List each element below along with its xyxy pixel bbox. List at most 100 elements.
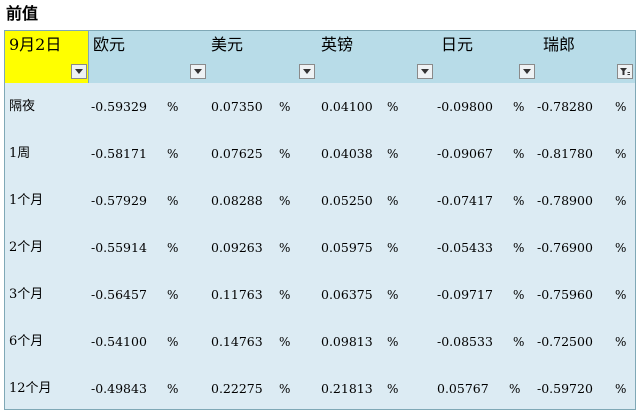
unit-usd: %: [279, 241, 291, 255]
unit-jpy: %: [513, 335, 525, 349]
filter-button-jpy[interactable]: [519, 64, 535, 79]
unit-eur: %: [167, 241, 179, 255]
unit-chf: %: [615, 288, 627, 302]
unit-chf: %: [615, 382, 627, 396]
unit-gbp: %: [387, 382, 399, 396]
rate-cell-usd: 0.07625: [211, 146, 263, 161]
rate-cell-chf: -0.76900: [537, 240, 593, 255]
unit-usd: %: [279, 100, 291, 114]
table-header-row: 9月2日 欧元 美元 英镑 日元 瑞郎: [5, 31, 635, 83]
rate-cell-eur: -0.55914: [91, 240, 147, 255]
unit-eur: %: [167, 147, 179, 161]
rate-cell-jpy: 0.05767: [437, 381, 489, 396]
rate-cell-gbp: 0.04100: [321, 99, 373, 114]
unit-usd: %: [279, 288, 291, 302]
spreadsheet-view: 前值 9月2日 欧元 美元 英镑 日元 瑞郎 隔夜 -0.59329 % 0.0…: [0, 0, 640, 414]
rate-cell-usd: 0.11763: [211, 287, 263, 302]
filter-button-chf[interactable]: [617, 64, 633, 79]
unit-eur: %: [167, 382, 179, 396]
filter-applied-icon: [620, 68, 630, 75]
table-row: 1个月 -0.57929 % 0.08288 % 0.05250 % -0.07…: [5, 177, 635, 224]
currency-header-jpy: 日元: [441, 35, 474, 54]
unit-jpy: %: [513, 241, 525, 255]
unit-chf: %: [615, 147, 627, 161]
unit-jpy: %: [513, 100, 525, 114]
page-title: 前值: [6, 4, 39, 23]
dropdown-arrow-icon: [303, 69, 311, 74]
date-header: 9月2日: [9, 35, 62, 54]
rate-cell-gbp: 0.04038: [321, 146, 373, 161]
unit-gbp: %: [387, 241, 399, 255]
unit-chf: %: [615, 194, 627, 208]
rate-cell-usd: 0.14763: [211, 334, 263, 349]
tenor-label: 3个月: [9, 287, 44, 302]
unit-chf: %: [615, 100, 627, 114]
rate-cell-chf: -0.81780: [537, 146, 593, 161]
unit-jpy: %: [513, 194, 525, 208]
tenor-label: 隔夜: [9, 99, 36, 114]
unit-jpy: %: [513, 147, 525, 161]
rate-cell-eur: -0.56457: [91, 287, 147, 302]
rate-cell-usd: 0.08288: [211, 193, 263, 208]
rate-cell-chf: -0.78280: [537, 99, 593, 114]
rate-cell-jpy: -0.08533: [437, 334, 493, 349]
dropdown-arrow-icon: [421, 69, 429, 74]
rate-cell-chf: -0.72500: [537, 334, 593, 349]
unit-chf: %: [615, 241, 627, 255]
rate-cell-usd: 0.09263: [211, 240, 263, 255]
unit-eur: %: [167, 194, 179, 208]
unit-gbp: %: [387, 100, 399, 114]
unit-usd: %: [279, 335, 291, 349]
rate-cell-chf: -0.78900: [537, 193, 593, 208]
rate-cell-jpy: -0.09800: [437, 99, 493, 114]
unit-usd: %: [279, 147, 291, 161]
rate-cell-gbp: 0.05975: [321, 240, 373, 255]
rate-cell-gbp: 0.05250: [321, 193, 373, 208]
rate-table: 9月2日 欧元 美元 英镑 日元 瑞郎 隔夜 -0.59329 % 0.0735…: [4, 30, 636, 410]
unit-jpy: %: [513, 288, 525, 302]
currency-header-eur: 欧元: [93, 35, 126, 54]
unit-eur: %: [167, 288, 179, 302]
tenor-label: 1周: [9, 146, 31, 161]
unit-gbp: %: [387, 147, 399, 161]
currency-header-usd: 美元: [211, 35, 244, 54]
dropdown-arrow-icon: [523, 69, 531, 74]
table-row: 3个月 -0.56457 % 0.11763 % 0.06375 % -0.09…: [5, 271, 635, 318]
rate-cell-jpy: -0.09717: [437, 287, 493, 302]
tenor-label: 12个月: [9, 381, 52, 396]
rate-cell-gbp: 0.21813: [321, 381, 373, 396]
unit-gbp: %: [387, 194, 399, 208]
rate-cell-chf: -0.59720: [537, 381, 593, 396]
rate-cell-eur: -0.59329: [91, 99, 147, 114]
filter-button-usd[interactable]: [299, 64, 315, 79]
rate-cell-eur: -0.49843: [91, 381, 147, 396]
unit-chf: %: [615, 335, 627, 349]
rate-cell-eur: -0.57929: [91, 193, 147, 208]
table-row: 1周 -0.58171 % 0.07625 % 0.04038 % -0.090…: [5, 130, 635, 177]
filter-button-gbp[interactable]: [417, 64, 433, 79]
dropdown-arrow-icon: [194, 69, 202, 74]
rate-cell-jpy: -0.07417: [437, 193, 493, 208]
unit-jpy: %: [509, 382, 521, 396]
unit-eur: %: [167, 335, 179, 349]
tenor-label: 2个月: [9, 240, 44, 255]
rate-cell-usd: 0.22275: [211, 381, 263, 396]
rate-cell-gbp: 0.06375: [321, 287, 373, 302]
filter-button-date[interactable]: [71, 64, 87, 79]
rate-cell-eur: -0.54100: [91, 334, 147, 349]
unit-gbp: %: [387, 335, 399, 349]
table-row: 2个月 -0.55914 % 0.09263 % 0.05975 % -0.05…: [5, 224, 635, 271]
filter-button-eur[interactable]: [190, 64, 206, 79]
currency-header-gbp: 英镑: [321, 35, 354, 54]
tenor-label: 6个月: [9, 334, 44, 349]
rate-cell-chf: -0.75960: [537, 287, 593, 302]
unit-eur: %: [167, 100, 179, 114]
unit-usd: %: [279, 194, 291, 208]
table-row: 隔夜 -0.59329 % 0.07350 % 0.04100 % -0.098…: [5, 83, 635, 130]
dropdown-arrow-icon: [75, 69, 83, 74]
unit-gbp: %: [387, 288, 399, 302]
table-row: 6个月 -0.54100 % 0.14763 % 0.09813 % -0.08…: [5, 318, 635, 365]
rate-cell-eur: -0.58171: [91, 146, 147, 161]
rate-cell-jpy: -0.09067: [437, 146, 493, 161]
rate-cell-jpy: -0.05433: [437, 240, 493, 255]
